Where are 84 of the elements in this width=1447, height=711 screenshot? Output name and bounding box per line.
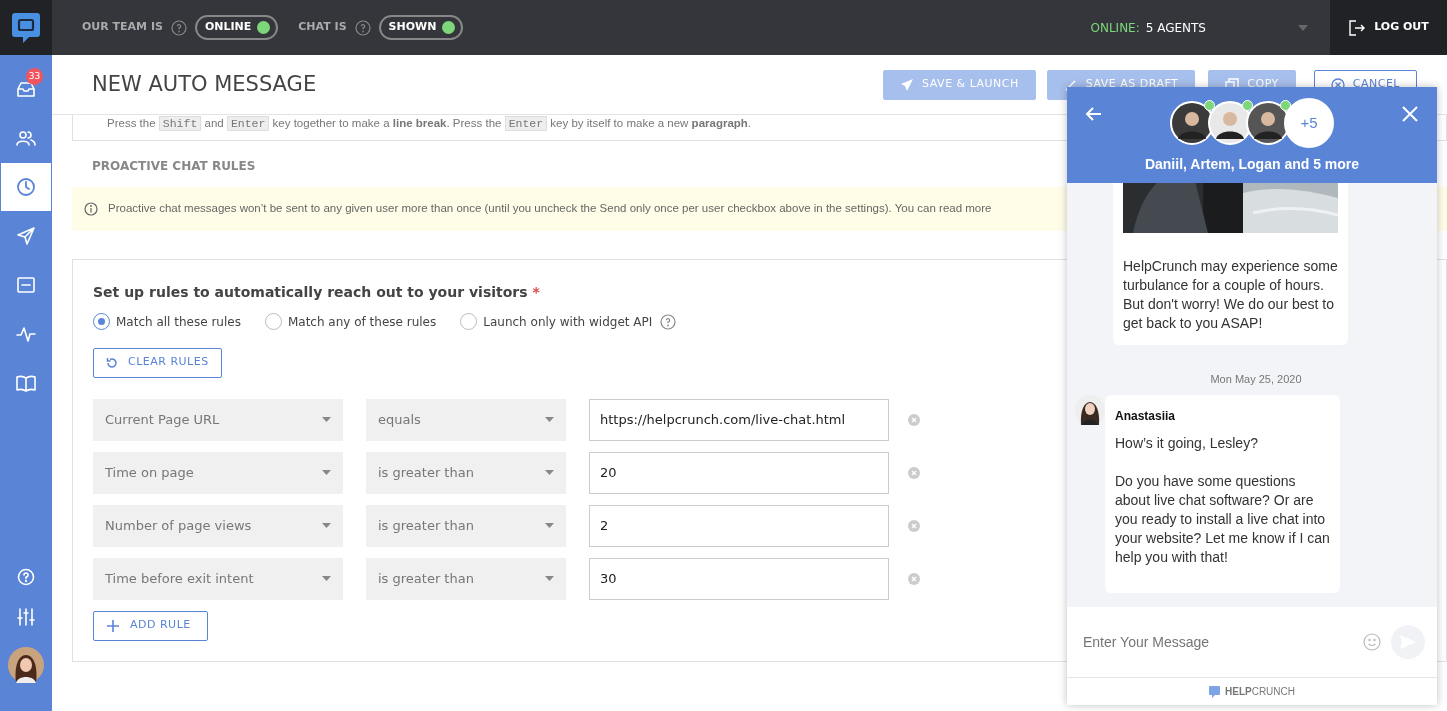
value-field[interactable]: https://helpcrunch.com/live-chat.html bbox=[589, 398, 889, 441]
radio-dot[interactable] bbox=[93, 313, 110, 330]
sidebar-item[interactable]: 33 bbox=[1, 65, 51, 113]
pulse-icon bbox=[16, 325, 36, 343]
operator-select[interactable]: is greater than bbox=[366, 504, 566, 547]
caret-icon bbox=[545, 417, 554, 422]
pen-icon bbox=[1063, 77, 1078, 92]
author-name: Anastasiia bbox=[1115, 408, 1177, 425]
hint-text: Press the Shift and Enter key together to make a line break. Press the Enter key by itself to make a new paragraph. bbox=[107, 117, 752, 129]
close-icon[interactable] bbox=[1401, 105, 1419, 123]
rule-field-select[interactable]: Current Page URL bbox=[93, 398, 343, 441]
radio-option[interactable]: Launch only with widget API bbox=[460, 312, 653, 331]
card-icon bbox=[16, 276, 36, 294]
inbox-icon bbox=[16, 80, 36, 98]
info-icon bbox=[84, 201, 98, 216]
sidebar-item[interactable] bbox=[1, 163, 51, 211]
agent-avatar bbox=[1172, 103, 1212, 143]
status-toggle[interactable]: SHOWN bbox=[378, 15, 464, 40]
caret-icon bbox=[545, 523, 554, 528]
help-icon bbox=[17, 568, 35, 586]
section-title: PROACTIVE CHAT RULES bbox=[92, 158, 256, 176]
add-rule-button[interactable]: ADD RULE bbox=[93, 610, 208, 641]
author-avatar bbox=[1075, 395, 1105, 425]
value-field[interactable]: 2 bbox=[589, 504, 889, 547]
brand-name: HELPCRUNCH bbox=[1225, 685, 1295, 699]
logout-button[interactable]: LOG OUT bbox=[1330, 0, 1447, 55]
caret-icon bbox=[322, 523, 331, 528]
caret-icon bbox=[322, 417, 331, 422]
logo-icon[interactable] bbox=[11, 11, 41, 44]
message-text: How’s it going, Lesley? bbox=[1115, 434, 1259, 453]
logout-icon bbox=[1348, 18, 1367, 37]
remove-icon[interactable] bbox=[908, 413, 920, 426]
notice-text: Proactive chat messages won’t be sent to any given user more than once (until you uncheck the Send only once per user checkbox above in the settings). You can read more bbox=[108, 201, 992, 217]
book-icon bbox=[16, 374, 36, 392]
caret-icon bbox=[322, 576, 331, 581]
agent-avatar bbox=[1248, 103, 1288, 143]
count-badge: 33 bbox=[26, 68, 43, 85]
help-icon[interactable] bbox=[660, 313, 677, 330]
page-title: NEW AUTO MESSAGE bbox=[92, 71, 317, 98]
clock-icon bbox=[16, 177, 36, 197]
operator-select[interactable]: is greater than bbox=[366, 451, 566, 494]
online-label: ONLINE: bbox=[1090, 19, 1140, 37]
status-label: OUR TEAM IS bbox=[82, 19, 163, 36]
rule-field-select[interactable]: Time before exit intent bbox=[93, 557, 343, 600]
value-field[interactable]: 30 bbox=[589, 557, 889, 600]
more-agents-count: +5 bbox=[1284, 98, 1334, 148]
rules-title: Set up rules to automatically reach out to your visitors * bbox=[93, 282, 540, 302]
caret-icon[interactable] bbox=[1298, 24, 1308, 31]
caret-icon bbox=[322, 470, 331, 475]
paper-plane-icon bbox=[900, 77, 915, 92]
radio-dot[interactable] bbox=[460, 313, 478, 330]
caret-icon bbox=[545, 576, 554, 581]
date-divider: Mon May 25, 2020 bbox=[1209, 371, 1303, 387]
sliders-icon bbox=[16, 607, 36, 627]
agent-avatar bbox=[1210, 103, 1250, 143]
remove-icon[interactable] bbox=[908, 466, 920, 479]
people-icon bbox=[16, 129, 36, 147]
status-label: CHAT IS bbox=[298, 19, 347, 36]
paper-plane-icon bbox=[16, 226, 36, 246]
logo-icon bbox=[1209, 685, 1220, 698]
help-icon[interactable] bbox=[354, 19, 371, 36]
clear-rules-button[interactable]: CLEAR RULES bbox=[93, 347, 222, 378]
remove-icon[interactable] bbox=[908, 519, 920, 532]
radio-option[interactable]: Match all these rules bbox=[93, 312, 241, 331]
operator-select[interactable]: is greater than bbox=[366, 557, 566, 600]
rule-field-select[interactable]: Time on page bbox=[93, 451, 343, 494]
help-icon[interactable] bbox=[170, 19, 187, 36]
caret-icon bbox=[545, 470, 554, 475]
avatar[interactable] bbox=[8, 647, 44, 683]
agent-names: Daniil, Artem, Logan and 5 more bbox=[1144, 155, 1360, 174]
rule-field-select[interactable]: Number of page views bbox=[93, 504, 343, 547]
value-field[interactable]: 20 bbox=[589, 451, 889, 494]
remove-icon[interactable] bbox=[908, 572, 920, 585]
radio-dot[interactable] bbox=[264, 313, 282, 330]
message-text: HelpCrunch may experience some turbulance for a couple of hours. But don't worry! We do our best to get back to you ASAP! bbox=[1123, 256, 1338, 333]
radio-option[interactable]: Match any of these rules bbox=[264, 312, 437, 331]
status-toggle[interactable]: ONLINE bbox=[194, 15, 279, 40]
emoji-icon[interactable] bbox=[1363, 633, 1381, 651]
back-icon[interactable] bbox=[1085, 105, 1103, 123]
message-text: Do you have some questions about live chat software? Or are you ready to install a live chat into your website? Let me know if I can help you with that! bbox=[1115, 472, 1330, 567]
reset-icon bbox=[106, 356, 118, 369]
plus-icon bbox=[106, 618, 120, 633]
operator-select[interactable]: equals bbox=[366, 398, 566, 441]
agents-count: 5 AGENTS bbox=[1145, 19, 1206, 37]
